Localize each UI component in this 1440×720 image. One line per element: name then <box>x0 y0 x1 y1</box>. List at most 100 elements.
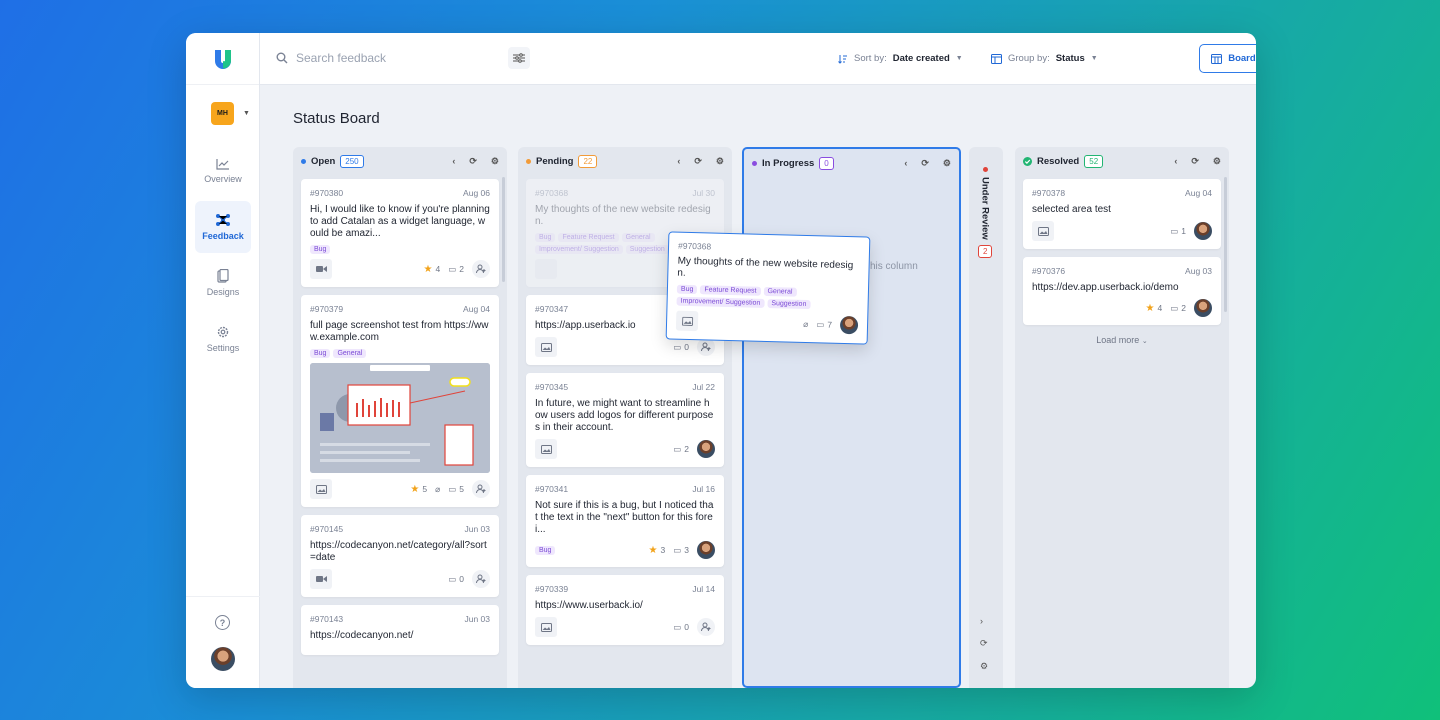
screenshot-thumbnail[interactable] <box>310 363 490 473</box>
search-input[interactable] <box>296 51 496 65</box>
attachment-icon: ⌀ <box>803 318 809 329</box>
workspace-switcher[interactable]: MH ▼ <box>211 102 250 125</box>
assignee-avatar[interactable] <box>697 440 715 458</box>
assignee-avatar[interactable] <box>1194 299 1212 317</box>
refresh-icon[interactable]: ⟳ <box>921 158 929 169</box>
gear-icon[interactable]: ⚙ <box>943 158 951 169</box>
card-title: https://codecanyon.net/category/all?sort… <box>310 540 487 563</box>
help-icon[interactable]: ? <box>215 615 230 630</box>
load-more-button[interactable]: Load more ⌄ <box>1023 335 1221 345</box>
group-dropdown[interactable]: Group by: Status ▼ <box>991 53 1098 64</box>
scrollbar[interactable] <box>1224 177 1227 312</box>
comment-count: 0 <box>684 622 689 632</box>
card-id: #970347 <box>535 304 569 314</box>
collapse-icon[interactable]: ‹ <box>677 156 680 167</box>
card-date: Aug 06 <box>463 188 490 198</box>
count-badge: 52 <box>1084 154 1104 168</box>
scrollbar[interactable] <box>502 177 505 282</box>
image-icon[interactable] <box>535 337 557 357</box>
status-dot <box>301 158 306 164</box>
feedback-card[interactable]: #970345 Jul 22 In future, we might want t… <box>526 373 724 467</box>
filter-button[interactable] <box>508 47 530 69</box>
gear-icon[interactable]: ⚙ <box>716 156 724 167</box>
column-under-review: Under Review 2 › ⟳ ⚙ <box>969 147 1003 688</box>
collapse-icon[interactable]: ‹ <box>1174 156 1177 167</box>
collapse-icon[interactable]: ‹ <box>452 156 455 167</box>
dragging-feedback-card[interactable]: #970368 My thoughts of the new website r… <box>665 231 871 345</box>
refresh-icon[interactable]: ⟳ <box>1191 156 1199 167</box>
image-icon[interactable] <box>1032 221 1054 241</box>
sort-dropdown[interactable]: Sort by: Date created ▼ <box>838 53 963 64</box>
feedback-card[interactable]: #970339 Jul 14 https://www.userback.io/ ▭… <box>526 575 724 645</box>
gear-icon[interactable]: ⚙ <box>491 156 499 167</box>
count-badge: 0 <box>819 156 834 170</box>
count-badge: 250 <box>340 154 364 168</box>
assign-user-icon[interactable] <box>472 480 490 498</box>
card-id: #970341 <box>535 484 569 494</box>
assignee-avatar[interactable] <box>839 315 859 335</box>
feedback-card[interactable]: #970380 Aug 06 Hi, I would like to know i… <box>301 179 499 287</box>
tag: Bug <box>535 545 556 555</box>
assignee-avatar[interactable] <box>1194 222 1212 240</box>
image-icon[interactable] <box>535 617 557 637</box>
column-header: Pending 22 ‹ ⟳ ⚙ <box>518 147 732 175</box>
board-view-button[interactable]: Board View ▼ <box>1199 44 1256 73</box>
chart-line-icon <box>216 159 229 170</box>
card-id: #970368 <box>535 188 569 198</box>
assign-user-icon[interactable] <box>697 338 715 356</box>
card-date: Jun 03 <box>464 614 490 624</box>
feedback-nodes-icon <box>216 214 230 226</box>
gear-icon[interactable]: ⚙ <box>1213 156 1221 167</box>
assign-user-icon[interactable] <box>472 570 490 588</box>
card-title: https://www.userback.io/ <box>535 600 643 611</box>
tag: General <box>621 233 655 242</box>
assign-user-icon[interactable] <box>472 260 490 278</box>
star-count: 4 <box>435 264 441 274</box>
user-avatar[interactable] <box>211 647 235 671</box>
assign-user-icon[interactable] <box>697 618 715 636</box>
star-icon: ★ <box>648 544 658 556</box>
comment-icon: ▭ <box>448 263 457 274</box>
count-badge: 2 <box>978 244 993 258</box>
sidebar-item-overview[interactable]: Overview <box>195 145 251 197</box>
logo[interactable] <box>186 33 259 85</box>
feedback-card[interactable]: #970376 Aug 03 https://dev.app.userback.i… <box>1023 257 1221 325</box>
sidebar-item-feedback[interactable]: Feedback <box>195 201 251 253</box>
chevron-down-icon: ▼ <box>243 110 250 117</box>
image-icon[interactable] <box>535 439 557 459</box>
refresh-icon[interactable]: ⟳ <box>694 156 702 167</box>
status-dot <box>526 158 531 164</box>
refresh-icon[interactable]: ⟳ <box>980 638 988 649</box>
sidebar-item-settings[interactable]: Settings <box>195 313 251 365</box>
expand-icon[interactable]: › <box>980 616 988 626</box>
star-icon: ★ <box>423 263 433 275</box>
star-count: 5 <box>422 484 428 494</box>
sort-value: Date created <box>892 53 950 64</box>
feedback-card[interactable]: #970145 Jun 03 https://codecanyon.net/cat… <box>301 515 499 597</box>
sidebar-item-label: Feedback <box>202 231 244 241</box>
column-header: Open 250 ‹ ⟳ ⚙ <box>293 147 507 175</box>
image-icon[interactable] <box>310 479 332 499</box>
comment-icon: ▭ <box>1170 302 1179 313</box>
gear-icon[interactable]: ⚙ <box>980 661 988 672</box>
video-icon[interactable] <box>310 259 332 279</box>
video-icon[interactable] <box>310 569 332 589</box>
chevron-down-icon: ⌄ <box>1141 338 1148 345</box>
column-in-progress[interactable]: In Progress 0 ‹ ⟳ ⚙ his column <box>742 147 961 688</box>
feedback-card[interactable]: #970379 Aug 04 full page screenshot test … <box>301 295 499 507</box>
screenshot-preview-icon <box>310 363 490 473</box>
feedback-card[interactable]: #970378 Aug 04 selected area test ▭ 1 <box>1023 179 1221 249</box>
refresh-icon[interactable]: ⟳ <box>469 156 477 167</box>
sidebar-item-designs[interactable]: Designs <box>195 257 251 309</box>
column-header: Resolved 52 ‹ ⟳ ⚙ <box>1015 147 1229 175</box>
tag: General <box>763 286 797 297</box>
tag: Feature Request <box>700 285 761 296</box>
card-id: #970345 <box>535 382 569 392</box>
collapse-icon[interactable]: ‹ <box>904 158 907 169</box>
assignee-avatar[interactable] <box>697 541 715 559</box>
image-icon[interactable] <box>675 310 699 332</box>
star-count: 3 <box>660 545 666 555</box>
column-header[interactable]: Under Review 2 <box>978 167 993 258</box>
feedback-card[interactable]: #970143 Jun 03 https://codecanyon.net/ <box>301 605 499 655</box>
feedback-card[interactable]: #970341 Jul 16 Not sure if this is a bug,… <box>526 475 724 567</box>
